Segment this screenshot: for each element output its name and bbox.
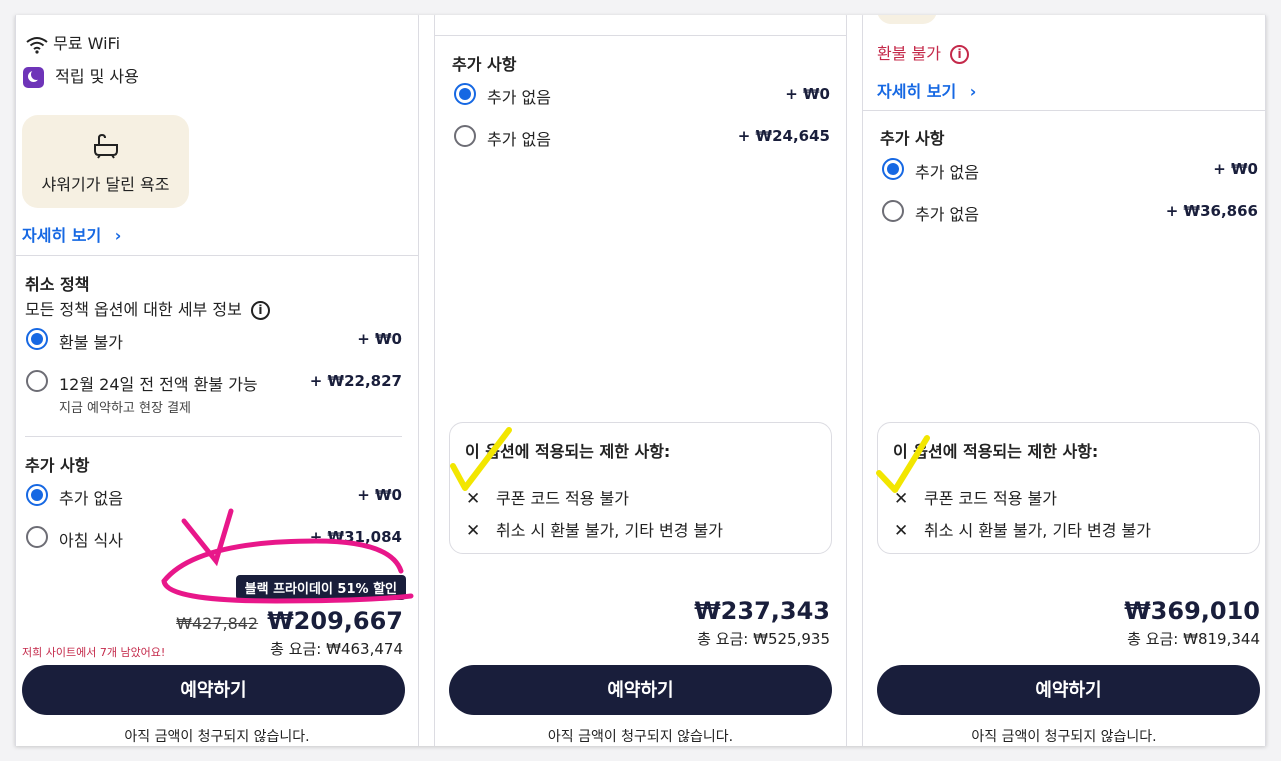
amenity-rewards: 적립 및 사용 bbox=[23, 63, 139, 88]
cancellation-subtitle: 모든 정책 옵션에 대한 세부 정보 i bbox=[25, 296, 270, 320]
option-label: 추가 없음 bbox=[59, 489, 123, 508]
extra-option-paid[interactable] bbox=[882, 200, 904, 222]
cancellation-option-refundable[interactable] bbox=[26, 370, 48, 392]
reserve-button[interactable]: 예약하기 bbox=[449, 665, 832, 715]
option-price: + ₩0 bbox=[357, 330, 402, 348]
total-price: 총 요금: ₩819,344 bbox=[1127, 630, 1260, 648]
extra-option-paid[interactable] bbox=[454, 125, 476, 147]
extra-option-none[interactable] bbox=[882, 158, 904, 180]
option-label: 아침 식사 bbox=[59, 531, 123, 550]
extra-option-breakfast[interactable] bbox=[26, 526, 48, 548]
option-sublabel: 지금 예약하고 현장 결제 bbox=[59, 401, 191, 416]
cancellation-option-nonrefundable[interactable] bbox=[26, 328, 48, 350]
divider bbox=[25, 436, 402, 437]
divider bbox=[435, 35, 846, 36]
cancellation-subtitle-text: 모든 정책 옵션에 대한 세부 정보 bbox=[25, 300, 242, 319]
no-charge-note: 아직 금액이 청구되지 않습니다. bbox=[547, 729, 734, 745]
feature-tile bbox=[877, 15, 937, 24]
bathtub-icon bbox=[94, 133, 118, 159]
room-offer-card-3: 환불 불가 i 자세히 보기 › 추가 사항 추가 없음 + ₩0 추가 없음 … bbox=[862, 15, 1266, 746]
cancellation-title: 취소 정책 bbox=[25, 275, 90, 294]
info-icon[interactable]: i bbox=[950, 45, 970, 64]
feature-label: 샤워기가 달린 욕조 bbox=[41, 175, 170, 194]
option-price: + ₩0 bbox=[357, 486, 402, 504]
total-price: 총 요금: ₩525,935 bbox=[697, 630, 830, 648]
details-link[interactable]: 자세히 보기 › bbox=[877, 78, 976, 102]
close-icon: ✕ bbox=[466, 521, 481, 541]
option-price: + ₩22,827 bbox=[309, 372, 402, 390]
total-price: 총 요금: ₩463,474 bbox=[270, 640, 403, 658]
availability-note: 저희 사이트에서 7개 남았어요! bbox=[22, 646, 166, 659]
current-price: ₩237,343 bbox=[694, 597, 830, 625]
extra-option-none[interactable] bbox=[26, 484, 48, 506]
option-price: + ₩0 bbox=[785, 85, 830, 103]
yellow-checkmark-annotation bbox=[450, 427, 512, 491]
yellow-checkmark-annotation bbox=[876, 435, 930, 493]
moon-icon bbox=[23, 67, 44, 88]
option-label: 추가 없음 bbox=[487, 88, 551, 107]
close-icon: ✕ bbox=[894, 521, 909, 541]
current-price: ₩369,010 bbox=[1124, 597, 1260, 625]
refund-status-text: 환불 불가 bbox=[877, 44, 941, 63]
divider bbox=[16, 255, 418, 256]
restriction-text: 취소 시 환불 불가, 기타 변경 불가 bbox=[924, 521, 1151, 540]
restriction-item: ✕ 취소 시 환불 불가, 기타 변경 불가 bbox=[466, 517, 723, 541]
feature-tile-bathtub: 샤워기가 달린 욕조 bbox=[22, 115, 189, 208]
old-price: ₩427,842 bbox=[176, 614, 259, 633]
chevron-right-icon: › bbox=[114, 226, 122, 245]
reserve-button[interactable]: 예약하기 bbox=[877, 665, 1260, 715]
amenity-label: 적립 및 사용 bbox=[55, 67, 139, 86]
divider bbox=[863, 110, 1265, 111]
option-label: 추가 없음 bbox=[487, 130, 551, 149]
pink-circle-annotation bbox=[161, 508, 414, 604]
chevron-right-icon: › bbox=[969, 82, 977, 101]
extras-title: 추가 사항 bbox=[25, 456, 90, 475]
amenity-wifi: 무료 WiFi bbox=[26, 30, 120, 54]
refund-status: 환불 불가 i bbox=[877, 40, 970, 64]
info-icon[interactable]: i bbox=[250, 301, 270, 320]
offer-comparison-panel: 무료 WiFi 적립 및 사용 샤워기가 달린 욕조 자세히 보기 › 취소 정… bbox=[15, 15, 1266, 746]
extras-title: 추가 사항 bbox=[880, 129, 945, 148]
amenity-label: 무료 WiFi bbox=[53, 34, 121, 53]
wifi-icon bbox=[26, 36, 48, 54]
restriction-text: 취소 시 환불 불가, 기타 변경 불가 bbox=[496, 521, 723, 540]
details-link-label: 자세히 보기 bbox=[877, 82, 957, 101]
option-price: + ₩24,645 bbox=[737, 127, 830, 145]
option-label: 추가 없음 bbox=[915, 205, 979, 224]
room-offer-card-1: 무료 WiFi 적립 및 사용 샤워기가 달린 욕조 자세히 보기 › 취소 정… bbox=[15, 15, 419, 746]
no-charge-note: 아직 금액이 청구되지 않습니다. bbox=[971, 729, 1157, 745]
option-price: + ₩0 bbox=[1213, 160, 1258, 178]
option-label: 추가 없음 bbox=[915, 163, 979, 182]
details-link-label: 자세히 보기 bbox=[22, 226, 102, 245]
room-offer-card-2: 추가 사항 추가 없음 + ₩0 추가 없음 + ₩24,645 이 옵션에 적… bbox=[434, 15, 847, 746]
option-label: 12월 24일 전 전액 환불 가능 bbox=[59, 375, 258, 394]
no-charge-note: 아직 금액이 청구되지 않습니다. bbox=[124, 729, 310, 745]
extra-option-none[interactable] bbox=[454, 83, 476, 105]
option-label: 환불 불가 bbox=[59, 333, 123, 352]
restriction-item: ✕ 취소 시 환불 불가, 기타 변경 불가 bbox=[894, 517, 1151, 541]
option-price: + ₩36,866 bbox=[1165, 202, 1258, 220]
reserve-button[interactable]: 예약하기 bbox=[22, 665, 405, 715]
details-link[interactable]: 자세히 보기 › bbox=[22, 222, 121, 246]
extras-title: 추가 사항 bbox=[452, 55, 517, 74]
